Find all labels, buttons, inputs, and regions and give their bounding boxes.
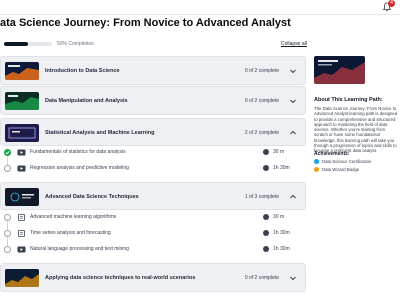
section-title: Introduction to Data Science (45, 68, 120, 74)
section-title: Advanced Data Science Techniques (45, 194, 139, 200)
video-icon (17, 149, 26, 156)
about-heading: About This Learning Path: (314, 97, 383, 103)
lesson-duration: 30 m (273, 149, 285, 155)
achievement-item: Data Science Certification (314, 159, 372, 165)
lesson-row[interactable]: Time series analysis and forecasting 1h … (0, 226, 306, 242)
lesson-status-node (4, 230, 11, 237)
document-icon (18, 230, 25, 237)
lesson-row[interactable]: Natural language processing and text min… (0, 242, 306, 258)
document-icon (18, 214, 25, 221)
video-icon (17, 165, 26, 172)
video-icon (17, 246, 26, 253)
section-count: 0 of 2 complete (244, 98, 279, 104)
progress-fill (4, 42, 28, 46)
section-header[interactable]: Data Manipulation and Analysis 0 of 2 co… (0, 86, 306, 115)
clock-icon (263, 214, 269, 220)
check-circle-icon (4, 149, 11, 156)
page-title: ata Science Journey: From Novice to Adva… (0, 17, 291, 29)
section-count: 0 of 2 complete (244, 68, 279, 74)
clock-icon (263, 230, 269, 236)
learning-path-image (314, 56, 365, 84)
section-count: 1 of 3 complete (244, 194, 279, 200)
lesson-status-node (4, 214, 11, 221)
achievements-heading: Achievements: (314, 151, 350, 157)
achievement-label: Data Science Certification (322, 159, 372, 164)
achievement-label: Data Wizard Badge (322, 167, 360, 172)
section-header[interactable]: Applying data science techniques to real… (0, 263, 306, 292)
certificate-icon (314, 159, 319, 165)
lesson-row[interactable]: Regression analysis and predictive model… (0, 161, 306, 177)
about-text: The Data Science Journey: From Novice to… (314, 106, 398, 154)
section-thumbnail (5, 92, 39, 110)
section-header[interactable]: Introduction to Data Science 0 of 2 comp… (0, 56, 306, 85)
achievement-item: Data Wizard Badge (314, 167, 360, 173)
top-bar: 4 (0, 0, 400, 15)
clock-icon (263, 165, 269, 171)
chevron-up-icon[interactable] (289, 129, 297, 137)
lesson-title: Advanced machine learning algorithms (30, 214, 117, 220)
lesson-row[interactable]: Fundamentals of statistics for data anal… (0, 145, 306, 161)
section-thumbnail (5, 269, 39, 287)
clock-icon (263, 149, 269, 155)
lesson-title: Natural language processing and text min… (30, 246, 129, 252)
section-thumbnail (5, 124, 39, 142)
section-thumbnail (5, 188, 39, 206)
lesson-title: Fundamentals of statistics for data anal… (30, 149, 126, 155)
lesson-row[interactable]: Advanced machine learning algorithms 30 … (0, 210, 306, 226)
section-title: Data Manipulation and Analysis (45, 98, 128, 104)
section-title: Statistical Analysis and Machine Learnin… (45, 130, 155, 136)
chevron-down-icon[interactable] (289, 67, 297, 75)
badge-icon (314, 167, 319, 173)
chevron-down-icon[interactable] (289, 274, 297, 282)
chevron-up-icon[interactable] (289, 193, 297, 201)
section-count: 0 of 2 complete (244, 275, 279, 281)
lesson-title: Regression analysis and predictive model… (30, 165, 129, 171)
chevron-down-icon[interactable] (289, 97, 297, 105)
collapse-all-link[interactable]: Collapse all (281, 41, 307, 47)
section-header[interactable]: Statistical Analysis and Machine Learnin… (0, 118, 306, 146)
clock-icon (263, 246, 269, 252)
lesson-duration: 30 m (273, 214, 285, 220)
progress-label: 50% Completion (57, 41, 94, 47)
lesson-title: Time series analysis and forecasting (30, 230, 111, 236)
lesson-status-node (4, 165, 11, 172)
section-thumbnail (5, 62, 39, 80)
lesson-duration: 1h 30m (273, 246, 290, 252)
section-count: 2 of 2 complete (244, 130, 279, 136)
lesson-status-node (4, 246, 11, 253)
section-header[interactable]: Advanced Data Science Techniques 1 of 3 … (0, 182, 306, 210)
lesson-duration: 1h 30m (273, 165, 290, 171)
section-title: Applying data science techniques to real… (45, 275, 196, 281)
lesson-duration: 1h 30m (273, 230, 290, 236)
notification-badge: 4 (388, 0, 395, 7)
progress-bar (4, 42, 52, 46)
